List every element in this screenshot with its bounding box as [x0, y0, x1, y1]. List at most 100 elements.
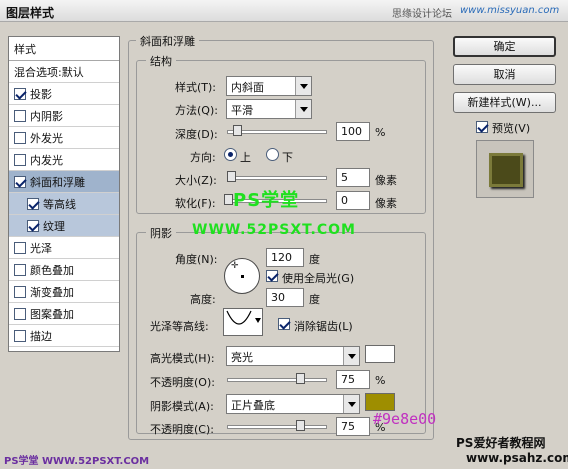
style-item-checkbox[interactable]	[27, 197, 39, 210]
style-item-label: 渐变叠加	[30, 285, 74, 299]
style-item-checkbox[interactable]	[14, 109, 26, 122]
style-item-checkbox[interactable]	[14, 285, 26, 298]
chevron-down-icon	[343, 395, 359, 413]
shadow-opacity-thumb[interactable]	[296, 420, 305, 431]
angle-dial[interactable]: ✛	[224, 258, 260, 294]
style-item-label: 内阴影	[30, 109, 63, 123]
style-item[interactable]: 图案叠加	[9, 303, 119, 325]
style-select-value: 内斜面	[231, 81, 264, 94]
style-item-checkbox[interactable]	[14, 307, 26, 320]
chevron-down-icon	[295, 77, 311, 95]
style-item-label: 投影	[30, 87, 52, 101]
style-item-checkbox[interactable]	[14, 175, 26, 188]
style-item[interactable]: 内阴影	[9, 105, 119, 127]
style-item[interactable]: 内发光	[9, 149, 119, 171]
shadow-opacity-input[interactable]: 75	[336, 417, 370, 436]
direction-label: 方向:	[190, 151, 216, 164]
technique-label: 方法(Q):	[175, 104, 218, 117]
direction-up-radio[interactable]	[224, 148, 237, 161]
ok-button[interactable]: 确定	[453, 36, 556, 57]
style-item[interactable]: 投影	[9, 83, 119, 105]
altitude-unit: 度	[309, 293, 320, 306]
style-item[interactable]: 外发光	[9, 127, 119, 149]
highlight-opacity-thumb[interactable]	[296, 373, 305, 384]
bevel-emboss-title: 斜面和浮雕	[136, 33, 199, 49]
style-item-label: 纹理	[43, 219, 65, 233]
style-item-checkbox[interactable]	[14, 87, 26, 100]
depth-input[interactable]: 100	[336, 122, 370, 141]
style-item[interactable]: 纹理	[9, 215, 119, 237]
style-item-checkbox[interactable]	[14, 153, 26, 166]
new-style-button[interactable]: 新建样式(W)...	[453, 92, 556, 113]
style-item-label: 混合选项:默认	[14, 65, 84, 79]
size-unit: 像素	[375, 174, 397, 187]
style-item-label: 光泽	[30, 241, 52, 255]
chevron-down-icon	[295, 100, 311, 118]
size-input[interactable]: 5	[336, 168, 370, 187]
soften-label: 软化(F):	[175, 197, 216, 210]
style-item[interactable]: 混合选项:默认	[9, 61, 119, 83]
structure-title: 结构	[146, 53, 176, 69]
style-item[interactable]: 颜色叠加	[9, 259, 119, 281]
highlight-color-swatch[interactable]	[365, 345, 395, 363]
technique-select[interactable]: 平滑	[226, 99, 312, 119]
style-item[interactable]: 光泽	[9, 237, 119, 259]
style-item[interactable]: 斜面和浮雕	[9, 171, 119, 193]
highlight-opacity-unit: %	[375, 374, 386, 387]
style-item-label: 等高线	[43, 197, 76, 211]
style-item-label: 颜色叠加	[30, 263, 74, 277]
style-item-checkbox[interactable]	[14, 131, 26, 144]
shadow-color-annotation: #9e8e00	[373, 410, 437, 428]
style-item-label: 内发光	[30, 153, 63, 167]
title-bar: 图层样式 思缘设计论坛 www.missyuan.com	[0, 0, 568, 22]
highlight-mode-select[interactable]: 亮光	[226, 346, 360, 366]
soften-slider-thumb[interactable]	[224, 194, 233, 205]
style-select[interactable]: 内斜面	[226, 76, 312, 96]
highlight-opacity-input[interactable]: 75	[336, 370, 370, 389]
watermark-ps-xuetang: PS学堂	[233, 190, 300, 211]
watermark-bottom-left: PS学堂 WWW.52PSXT.COM	[4, 456, 150, 467]
gloss-contour-picker[interactable]	[223, 308, 263, 336]
size-slider-thumb[interactable]	[227, 171, 236, 182]
size-slider[interactable]	[227, 176, 327, 180]
shadow-color-swatch[interactable]	[365, 393, 395, 411]
style-item-label: 斜面和浮雕	[30, 175, 85, 189]
soften-input[interactable]: 0	[336, 191, 370, 210]
angle-input[interactable]: 120	[266, 248, 304, 267]
contour-curve-icon	[226, 310, 252, 325]
depth-slider[interactable]	[227, 130, 327, 134]
window-title: 图层样式	[6, 6, 55, 20]
shadow-mode-select[interactable]: 正片叠底	[226, 394, 360, 414]
cancel-button[interactable]: 取消	[453, 64, 556, 85]
watermark-bottom-right-cn: PS爱好者教程网	[456, 436, 546, 450]
angle-label: 角度(N):	[175, 253, 218, 266]
direction-down-radio[interactable]	[266, 148, 279, 161]
crosshair-icon: ✛	[231, 261, 239, 271]
style-item-checkbox[interactable]	[14, 263, 26, 276]
antialias-checkbox[interactable]	[278, 318, 290, 330]
style-item[interactable]: 等高线	[9, 193, 119, 215]
shadow-mode-label: 阴影模式(A):	[150, 400, 214, 413]
style-item-checkbox[interactable]	[27, 219, 39, 232]
global-light-label: 使用全局光(G)	[282, 272, 355, 285]
depth-slider-thumb[interactable]	[233, 125, 242, 136]
style-item-checkbox[interactable]	[14, 241, 26, 254]
style-item[interactable]: 渐变叠加	[9, 281, 119, 303]
global-light-checkbox[interactable]	[266, 270, 278, 282]
altitude-label: 高度:	[190, 293, 216, 306]
highlight-mode-label: 高光模式(H):	[150, 352, 215, 365]
watermark-site: WWW.52PSXT.COM	[192, 222, 356, 238]
altitude-input[interactable]: 30	[266, 288, 304, 307]
style-label: 样式(T):	[175, 81, 217, 94]
shadow-opacity-slider[interactable]	[227, 425, 327, 429]
preview-label: 预览(V)	[492, 122, 531, 135]
style-item-checkbox[interactable]	[14, 329, 26, 342]
soften-unit: 像素	[375, 197, 397, 210]
style-item[interactable]: 描边	[9, 325, 119, 347]
styles-header[interactable]: 样式	[9, 37, 119, 61]
preview-checkbox[interactable]	[476, 121, 488, 133]
style-item-label: 图案叠加	[30, 307, 74, 321]
highlight-opacity-slider[interactable]	[227, 378, 327, 382]
angle-unit: 度	[309, 253, 320, 266]
direction-up-label: 上	[240, 151, 251, 164]
